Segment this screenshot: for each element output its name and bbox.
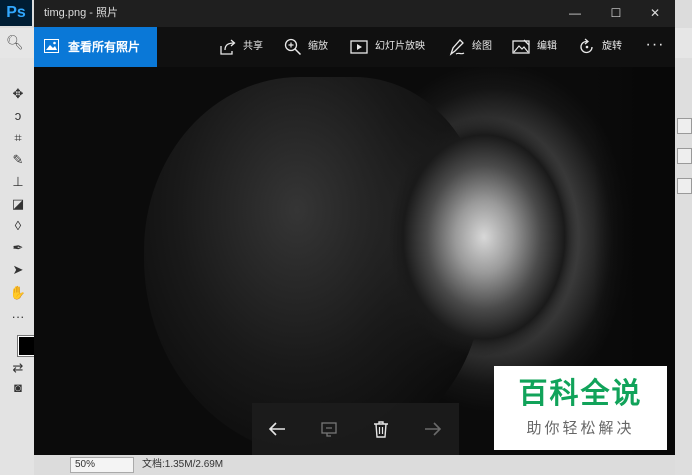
document-size-info: 文档:1.35M/2.69M (142, 459, 224, 470)
previous-photo-button[interactable] (252, 403, 302, 455)
photoshop-status-bar: 50% 文档:1.35M/2.69M (34, 455, 675, 475)
rotate-label: 旋转 (602, 41, 622, 52)
photoshop-logo: Ps (0, 0, 32, 26)
move-tool-icon[interactable]: ✥ (8, 85, 28, 103)
zoom-level-field[interactable]: 50% (70, 457, 134, 473)
photoshop-panels-strip (675, 58, 692, 475)
lasso-tool-icon[interactable]: ↄ (8, 107, 28, 125)
zoom-tool-icon[interactable]: 🔍︎ (6, 34, 24, 52)
hand-tool-icon[interactable]: ✋ (8, 284, 28, 302)
stamp-tool-icon[interactable]: ⊥ (8, 173, 28, 191)
edit-icon (512, 39, 530, 54)
photos-command-bar: 查看所有照片 共享 缩放 幻灯片放映 绘图 编辑 旋转 ··· (34, 27, 675, 67)
window-title-bar: timg.png - 照片 — ☐ ✕ (34, 0, 675, 27)
panel-toggle[interactable] (677, 118, 692, 134)
watermark-sub-text: 助你轻松解决 (526, 420, 635, 437)
slideshow-button[interactable]: 幻灯片放映 (350, 27, 430, 67)
healing-brush-icon[interactable]: ✎ (8, 151, 28, 169)
draw-icon (449, 39, 465, 56)
see-all-photos-label: 查看所有照片 (68, 40, 141, 54)
blur-tool-icon[interactable]: ◊ (8, 217, 28, 235)
panel-toggle[interactable] (677, 178, 692, 194)
panel-toggle[interactable] (677, 148, 692, 164)
photo-gallery-icon (44, 39, 59, 53)
eraser-tool-icon[interactable]: ◪ (8, 195, 28, 213)
rotate-icon (580, 38, 593, 54)
slideshow-label: 幻灯片放映 (375, 41, 425, 52)
zoom-label: 缩放 (308, 41, 328, 52)
edit-label: 编辑 (537, 41, 557, 52)
zoom-button[interactable]: 缩放 (284, 27, 332, 67)
share-icon (220, 39, 236, 55)
more-tools-icon[interactable]: ··· (8, 308, 28, 326)
photoshop-toolbar: ✥ ↄ ⌗ ✎ ⊥ ◪ ◊ ✒ ➤ ✋ ··· ⇄ ◙ (0, 58, 37, 475)
next-photo-button[interactable] (408, 403, 458, 455)
rotate-button[interactable]: 旋转 (578, 27, 628, 67)
photo-navigation-bar (252, 403, 459, 455)
slideshow-icon (350, 40, 368, 54)
path-select-icon[interactable]: ➤ (8, 261, 28, 279)
more-options-button[interactable]: ··· (640, 27, 670, 67)
minimize-button[interactable]: — (553, 0, 597, 27)
window-title: timg.png - 照片 (44, 7, 118, 19)
see-all-photos-button[interactable]: 查看所有照片 (34, 27, 157, 67)
swap-colors-icon[interactable]: ⇄ (8, 359, 28, 377)
draw-button[interactable]: 绘图 (448, 27, 496, 67)
share-label: 共享 (243, 41, 263, 52)
pen-tool-icon[interactable]: ✒ (8, 239, 28, 257)
watermark-main-text: 百科全说 (518, 378, 643, 410)
delete-icon (374, 421, 388, 438)
minimize-icon: — (569, 6, 581, 20)
maximize-icon: ☐ (610, 6, 622, 20)
close-icon: ✕ (649, 6, 661, 20)
watermark-logo: 百科全说 助你轻松解决 (494, 366, 667, 450)
forward-arrow-icon (425, 422, 442, 436)
share-button[interactable]: 共享 (219, 27, 265, 67)
maximize-button[interactable]: ☐ (594, 0, 638, 27)
draw-label: 绘图 (472, 41, 492, 52)
back-arrow-icon (268, 422, 285, 436)
edit-button[interactable]: 编辑 (512, 27, 562, 67)
crop-tool-icon[interactable]: ⌗ (8, 129, 28, 147)
rotate-view-button[interactable] (304, 403, 354, 455)
zoom-icon (284, 38, 302, 56)
delete-button[interactable] (356, 403, 406, 455)
close-button[interactable]: ✕ (635, 0, 675, 27)
rotate-view-icon (321, 422, 337, 437)
quick-mask-icon[interactable]: ◙ (8, 379, 28, 397)
